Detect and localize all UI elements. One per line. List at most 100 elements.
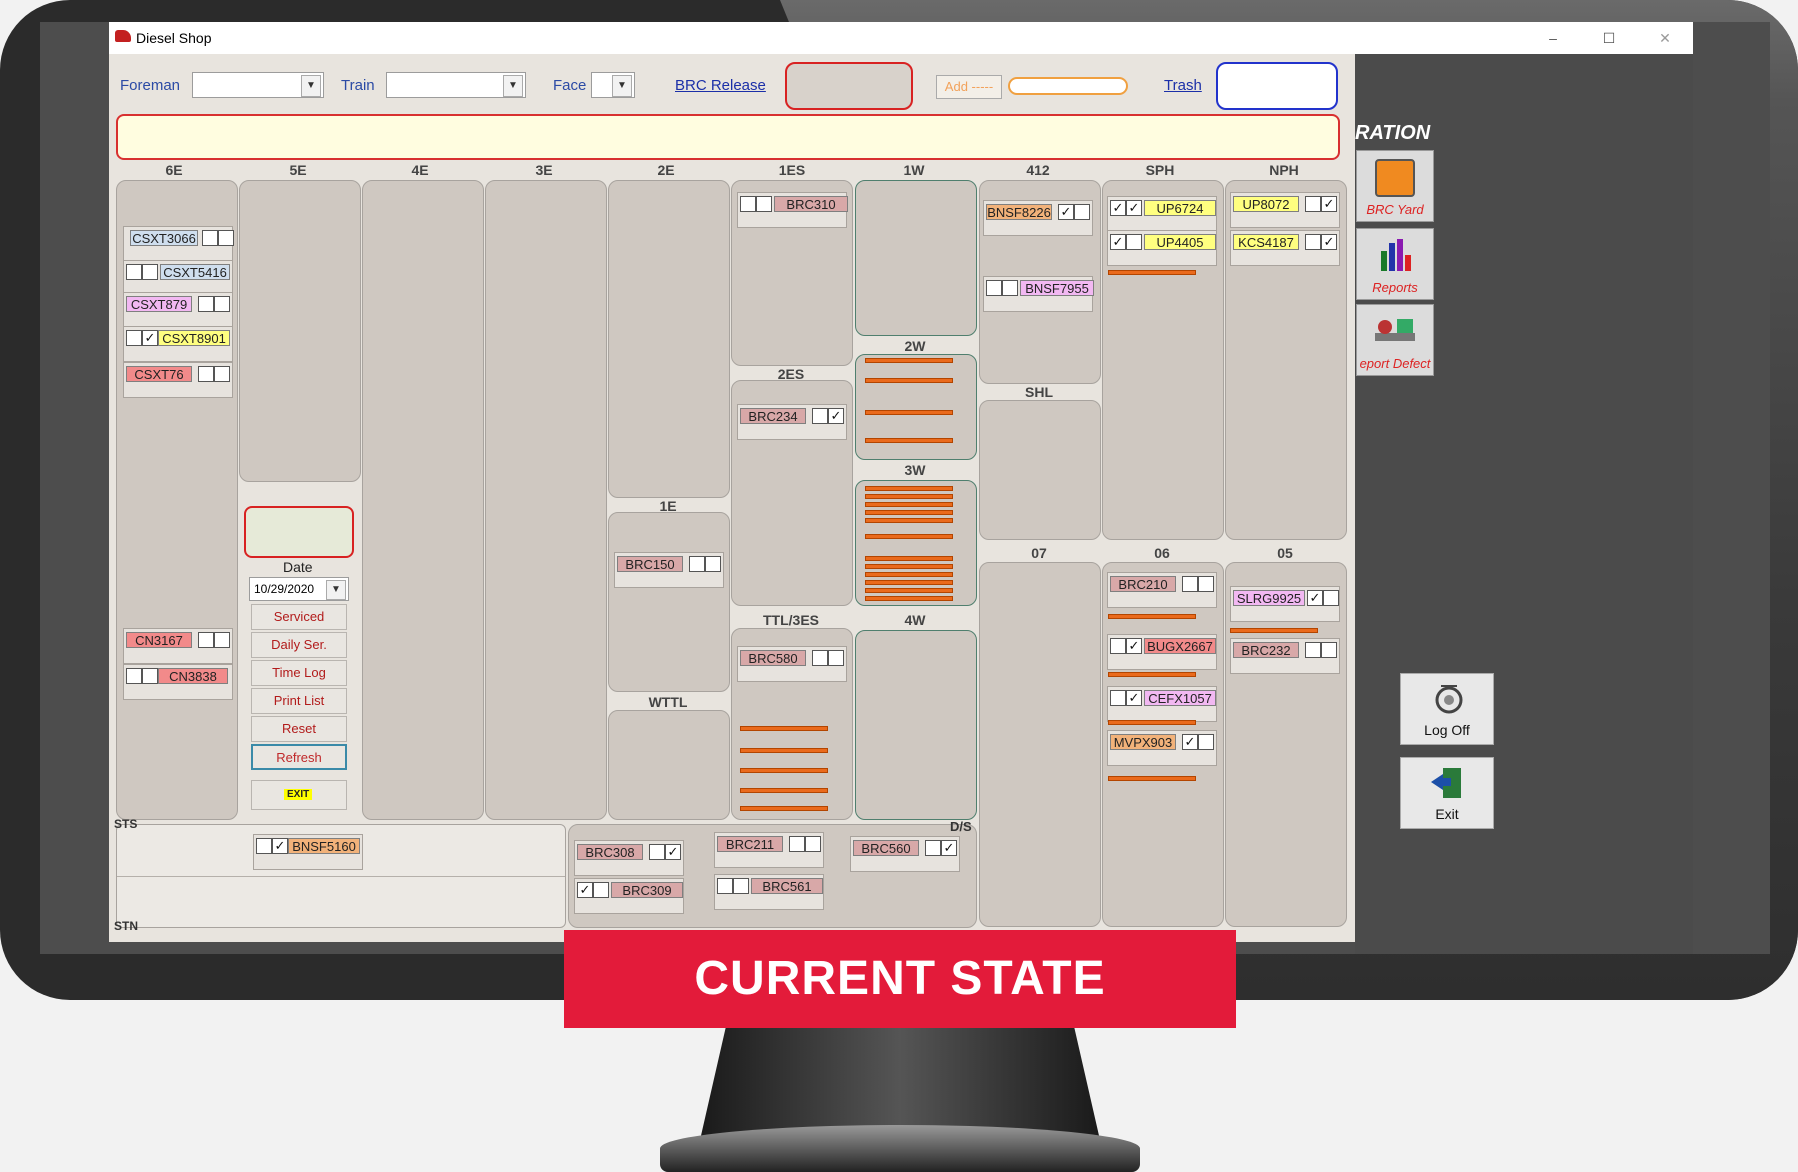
car-card[interactable]: MVPX903 ✓ [1107,730,1217,766]
track-shl[interactable] [979,400,1101,540]
status-checkbox[interactable] [705,556,721,572]
car-card[interactable]: BRC308 ✓ [574,840,684,876]
status-checkbox[interactable]: ✓ [1307,590,1323,606]
status-checkbox[interactable] [1110,690,1126,706]
report-defect-button[interactable]: eport Defect [1356,304,1434,376]
status-checkbox[interactable] [214,366,230,382]
status-checkbox[interactable] [202,230,218,246]
car-card[interactable]: BRC234 ✓ [737,404,847,440]
train-select[interactable]: ▼ [386,72,526,98]
car-card[interactable]: CN3167 [123,628,233,664]
car-card[interactable]: BRC210 [1107,572,1217,608]
print-list-button[interactable]: Print List [251,688,347,714]
status-checkbox[interactable]: ✓ [1126,638,1142,654]
status-checkbox[interactable]: ✓ [828,408,844,424]
car-card[interactable]: BRC232 [1230,638,1340,674]
car-card[interactable]: BRC310 [737,192,848,228]
car-card[interactable]: CSXT3066 [123,226,234,262]
status-checkbox[interactable] [198,632,214,648]
status-checkbox[interactable] [256,838,272,854]
brc-release-drop[interactable] [785,62,913,110]
track-wttl[interactable] [608,710,730,820]
status-checkbox[interactable] [126,668,142,684]
add-button[interactable]: Add ----- [936,75,1002,99]
track-1e[interactable] [608,512,730,692]
status-checkbox[interactable] [1198,576,1214,592]
car-card[interactable]: BNSF5160 ✓ [253,834,363,870]
car-card[interactable]: CEFX1057 ✓ [1107,686,1217,722]
status-checkbox[interactable] [925,840,941,856]
status-checkbox[interactable]: ✓ [1182,734,1198,750]
car-card[interactable]: UP8072 ✓ [1230,192,1340,228]
status-checkbox[interactable] [142,264,158,280]
car-card[interactable]: KCS4187 ✓ [1230,230,1340,266]
trash-link[interactable]: Trash [1164,77,1202,94]
status-checkbox[interactable] [789,836,805,852]
car-card[interactable]: CSXT76 [123,362,233,398]
track-2e[interactable] [608,180,730,498]
status-checkbox[interactable] [812,408,828,424]
status-checkbox[interactable] [1198,734,1214,750]
status-checkbox[interactable] [812,650,828,666]
car-card[interactable]: CN3838 [123,664,233,700]
status-checkbox[interactable]: ✓ [941,840,957,856]
track-4e[interactable] [362,180,484,820]
reset-button[interactable]: Reset [251,716,347,742]
car-card[interactable]: BRC560 ✓ [850,836,960,872]
car-card[interactable]: BRC150 [614,552,724,588]
track-3e[interactable] [485,180,607,820]
status-checkbox[interactable] [126,264,142,280]
car-card[interactable]: CSXT5416 [123,260,233,296]
reports-button[interactable]: Reports [1356,228,1434,300]
car-card[interactable]: BUGX2667 ✓ [1107,634,1217,670]
brc-yard-button[interactable]: BRC Yard [1356,150,1434,222]
status-checkbox[interactable]: ✓ [577,882,593,898]
car-card[interactable]: BRC309 ✓ [574,878,684,914]
status-checkbox[interactable] [214,632,230,648]
daily-service-button[interactable]: Daily Ser. [251,632,347,658]
car-card[interactable]: CSXT879 [123,292,233,328]
refresh-button[interactable]: Refresh [251,744,347,770]
status-checkbox[interactable] [1110,638,1126,654]
foreman-select[interactable]: ▼ [192,72,324,98]
status-checkbox[interactable]: ✓ [272,838,288,854]
status-checkbox[interactable] [1002,280,1018,296]
face-select[interactable]: ▼ [591,72,635,98]
status-checkbox[interactable] [198,366,214,382]
status-checkbox[interactable]: ✓ [1126,200,1142,216]
serviced-button[interactable]: Serviced [251,604,347,630]
car-card[interactable]: BRC561 [714,874,824,910]
status-checkbox[interactable] [689,556,705,572]
status-checkbox[interactable] [649,844,665,860]
status-checkbox[interactable] [1305,234,1321,250]
status-checkbox[interactable] [986,280,1002,296]
car-card[interactable]: CSXT8901 ✓ [123,326,233,362]
status-checkbox[interactable] [1305,642,1321,658]
car-card[interactable]: SLRG9925 ✓ [1230,586,1340,622]
status-checkbox[interactable] [1182,576,1198,592]
status-checkbox[interactable] [1321,642,1337,658]
status-checkbox[interactable] [198,296,214,312]
close-button[interactable]: ✕ [1645,26,1685,50]
minimize-button[interactable]: – [1533,26,1573,50]
add-input[interactable] [1008,77,1128,95]
time-log-button[interactable]: Time Log [251,660,347,686]
status-checkbox[interactable]: ✓ [1058,204,1074,220]
status-checkbox[interactable]: ✓ [665,844,681,860]
status-checkbox[interactable] [126,330,142,346]
status-checkbox[interactable] [717,878,733,894]
exit-small-button[interactable]: EXIT [251,780,347,810]
car-card[interactable]: UP4405 ✓ [1107,230,1217,266]
status-checkbox[interactable]: ✓ [1321,234,1337,250]
status-checkbox[interactable] [1323,590,1339,606]
car-card[interactable]: BNSF7955 [983,276,1094,312]
status-checkbox[interactable] [733,878,749,894]
track-5e[interactable] [239,180,361,482]
status-checkbox[interactable]: ✓ [142,330,158,346]
status-checkbox[interactable]: ✓ [1110,234,1126,250]
exit-button[interactable]: Exit [1400,757,1494,829]
status-checkbox[interactable] [593,882,609,898]
car-card[interactable]: BNSF8226 ✓ [983,200,1093,236]
status-checkbox[interactable]: ✓ [1126,690,1142,706]
drop-target-box[interactable] [244,506,354,558]
